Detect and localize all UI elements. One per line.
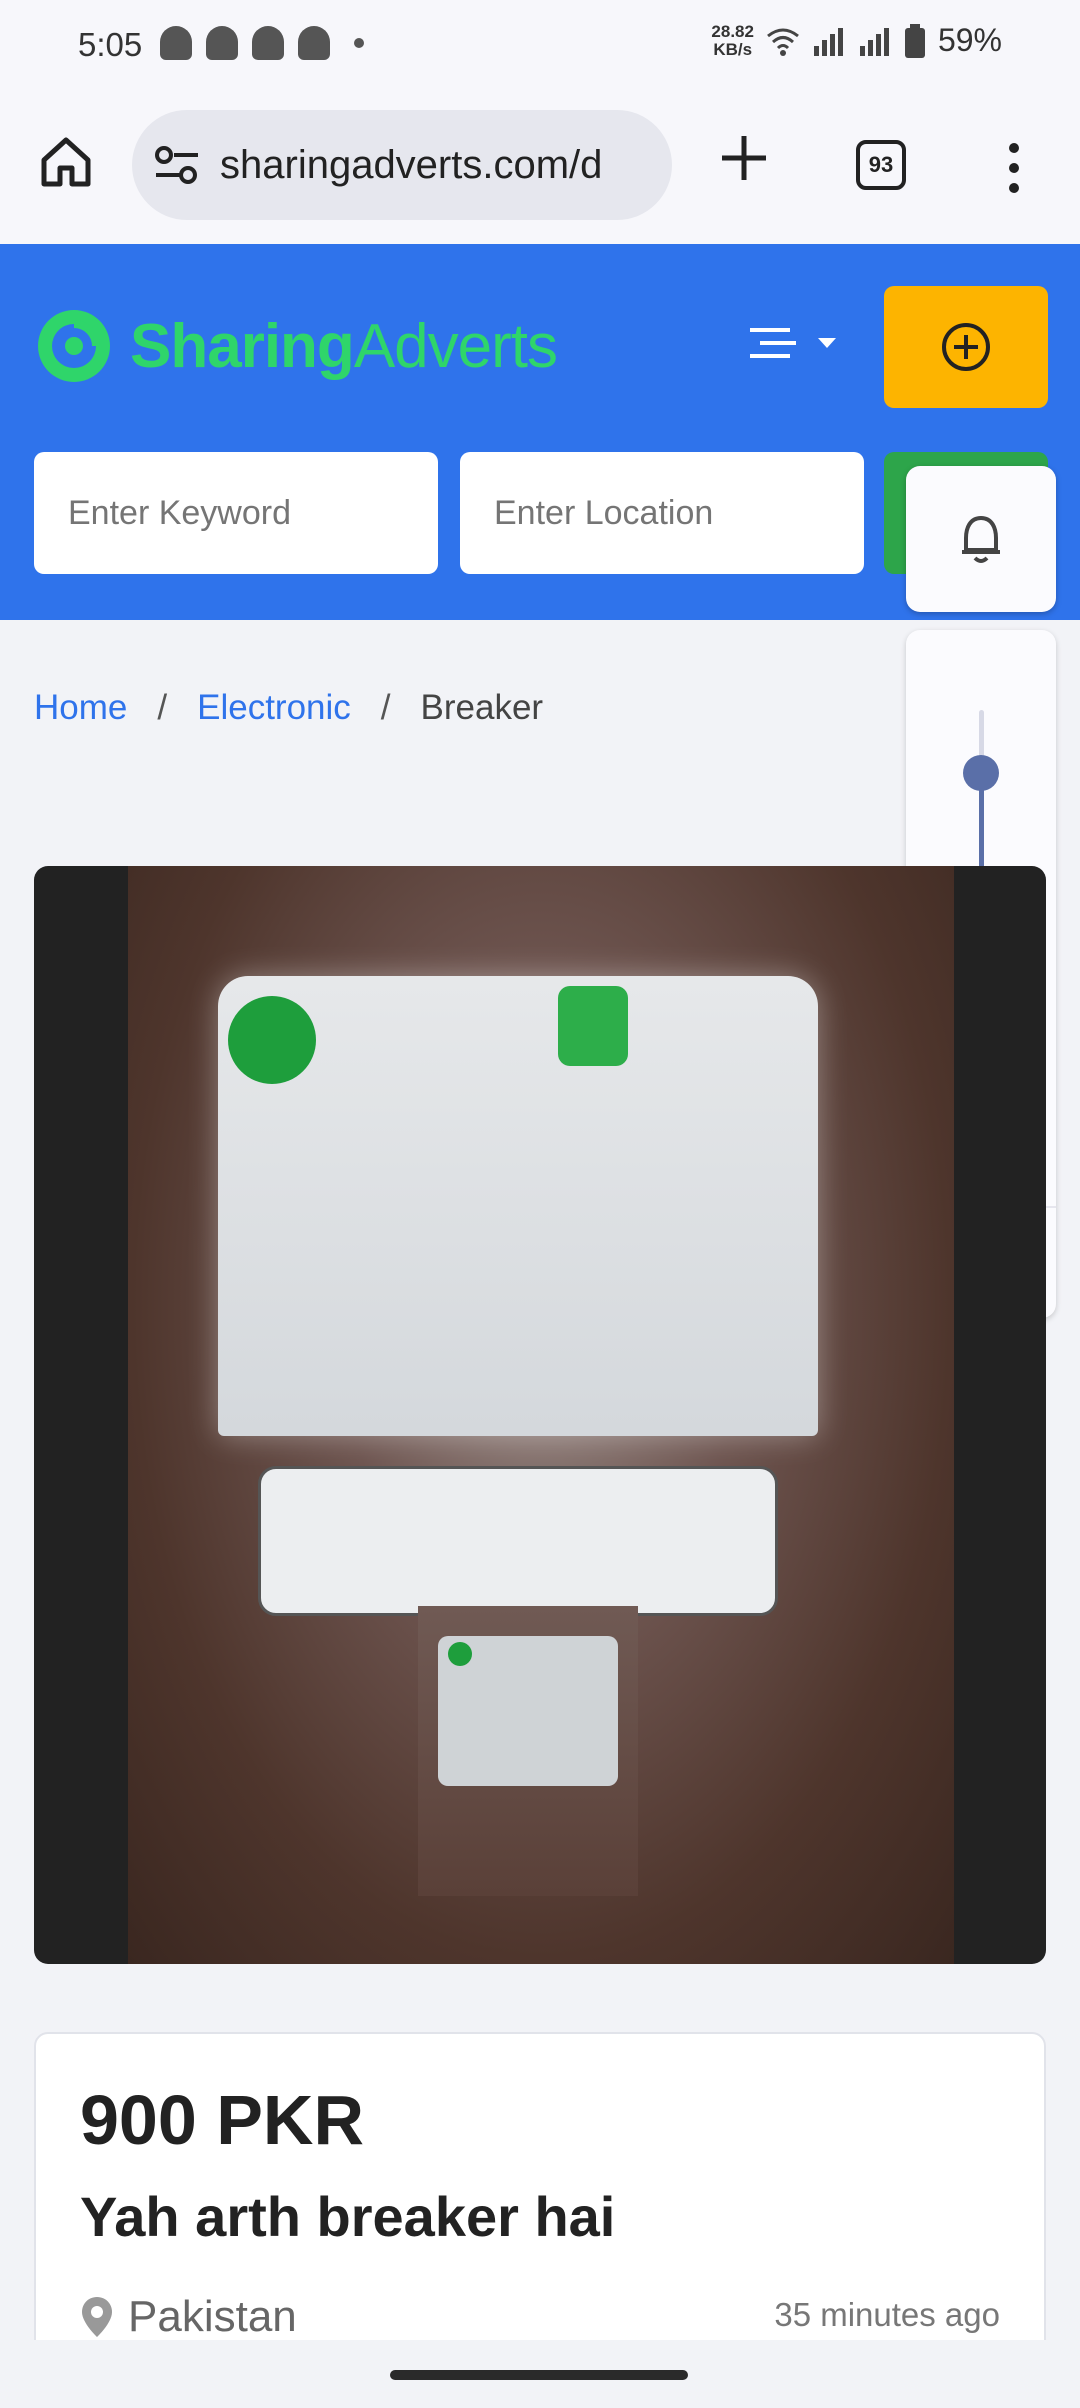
wifi-icon xyxy=(767,28,799,56)
breadcrumb-separator: / xyxy=(157,688,168,727)
breaker-knob-shape xyxy=(558,986,628,1066)
home-gesture-handle[interactable] xyxy=(390,2370,688,2380)
signal-icon-2 xyxy=(859,27,889,56)
keyword-input[interactable] xyxy=(34,452,438,574)
location-input[interactable] xyxy=(460,452,864,574)
logo-text-part1: Sharing xyxy=(130,311,355,381)
snapchat-icon xyxy=(298,26,330,60)
listing-image-viewer[interactable] xyxy=(34,866,1046,1964)
status-bar: 5:05 28.82 KB/s 59% xyxy=(0,0,1080,90)
address-bar[interactable]: sharingadverts.com/d xyxy=(132,110,672,220)
network-speed-value: 28.82 xyxy=(711,21,754,41)
new-tab-icon[interactable] xyxy=(714,128,774,188)
battery-percent: 59% xyxy=(937,22,1002,58)
site-logo[interactable]: SharingAdverts xyxy=(34,294,558,398)
breadcrumb-separator: / xyxy=(380,688,391,727)
add-circle-icon xyxy=(942,323,990,371)
listing-location-row: Pakistan xyxy=(80,2292,297,2342)
listing-price: 900 PKR xyxy=(80,2081,365,2159)
logo-text: SharingAdverts xyxy=(130,311,558,382)
url-text[interactable]: sharingadverts.com/d xyxy=(220,143,602,188)
snapchat-icon xyxy=(160,26,192,60)
test-button-shape xyxy=(228,996,316,1084)
more-options-icon[interactable] xyxy=(1000,140,1028,196)
thumbnail-green-button-shape xyxy=(448,1642,472,1666)
snapchat-icon xyxy=(252,26,284,60)
listing-photo[interactable] xyxy=(128,866,954,1964)
notification-icons xyxy=(160,26,364,60)
logo-text-part2: Adverts xyxy=(353,311,558,381)
listing-title: Yah arth breaker hai xyxy=(80,2185,616,2248)
signal-icon xyxy=(813,27,843,56)
snapchat-icon xyxy=(206,26,238,60)
nav-menu-toggle-icon[interactable] xyxy=(746,318,846,368)
listing-location: Pakistan xyxy=(128,2292,297,2341)
network-speed: 28.82 KB/s xyxy=(711,21,754,59)
battery-icon xyxy=(904,23,925,58)
volume-slider-thumb[interactable] xyxy=(963,754,999,791)
site-settings-icon[interactable] xyxy=(154,145,200,185)
breadcrumb-home[interactable]: Home xyxy=(34,688,127,728)
thumbnail-image[interactable] xyxy=(418,1606,638,1896)
status-time: 5:05 xyxy=(78,26,143,63)
browser-toolbar: sharingadverts.com/d 93 xyxy=(0,90,1080,244)
ringer-mode-button[interactable] xyxy=(906,466,1056,612)
more-notifications-dot-icon xyxy=(354,38,364,48)
bell-icon xyxy=(962,515,1000,563)
breaker-label-panel xyxy=(258,1466,778,1616)
status-right: 28.82 KB/s 59% xyxy=(711,22,1002,59)
logo-mark-icon xyxy=(38,310,110,382)
network-speed-unit: KB/s xyxy=(713,39,753,59)
listing-posted-time: 35 minutes ago xyxy=(774,2296,1000,2333)
breadcrumb-electronic[interactable]: Electronic xyxy=(197,688,351,728)
location-pin-icon xyxy=(82,2297,112,2337)
breadcrumb: Home / Electronic / Breaker xyxy=(34,688,543,728)
home-icon[interactable] xyxy=(36,132,96,192)
post-ad-button[interactable] xyxy=(884,286,1048,408)
breadcrumb-current: Breaker xyxy=(420,688,544,727)
gesture-nav-bar xyxy=(0,2340,1080,2408)
tab-switcher-button[interactable]: 93 xyxy=(856,140,906,190)
